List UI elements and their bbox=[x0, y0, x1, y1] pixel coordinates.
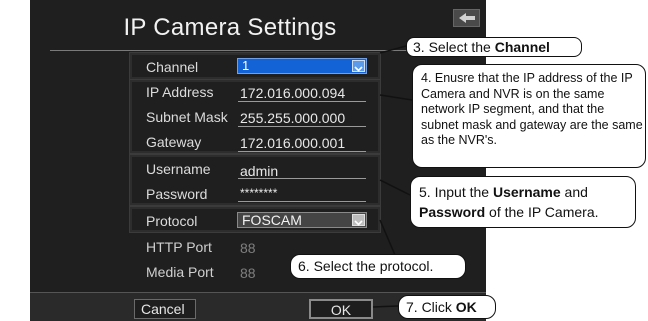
dialog-title: IP Camera Settings bbox=[123, 14, 337, 41]
password-field[interactable]: ******** bbox=[240, 186, 277, 200]
media-port-field: 88 bbox=[240, 265, 256, 281]
channel-label: Channel bbox=[146, 59, 199, 75]
gateway-underline bbox=[238, 151, 366, 152]
ip-address-field[interactable]: 172.016.000.094 bbox=[240, 85, 345, 101]
callout-step-5-mid: and bbox=[560, 184, 588, 200]
ok-button[interactable]: OK bbox=[309, 299, 373, 319]
password-label: Password bbox=[146, 186, 208, 202]
ok-button-label: OK bbox=[330, 302, 352, 318]
username-label: Username bbox=[146, 161, 211, 177]
protocol-label: Protocol bbox=[146, 213, 198, 229]
subnet-mask-field[interactable]: 255.255.000.000 bbox=[240, 110, 345, 126]
cancel-button-label: Cancel bbox=[141, 301, 185, 317]
callout-step-7: 7. Click OK bbox=[398, 295, 496, 319]
gateway-field[interactable]: 172.016.000.001 bbox=[240, 135, 345, 151]
http-port-label: HTTP Port bbox=[146, 239, 212, 255]
title-divider bbox=[50, 50, 460, 51]
media-port-label: Media Port bbox=[146, 264, 214, 280]
callout-step-5: 5. Input the Username and Password of th… bbox=[410, 176, 636, 228]
subnet-mask-underline bbox=[238, 126, 366, 127]
callout-step-4: 4. Enusre that the IP address of the IP … bbox=[412, 64, 646, 168]
channel-select[interactable]: 1 bbox=[237, 58, 367, 74]
callout-step-5-suffix: of the IP Camera. bbox=[485, 204, 599, 220]
protocol-select[interactable]: FOSCAM bbox=[237, 212, 367, 228]
callout-step-3-bold: Channel bbox=[494, 39, 550, 55]
callout-step-5-bold-password: Password bbox=[419, 204, 486, 220]
callout-step-6-text: 6. Select the protocol. bbox=[298, 258, 434, 274]
username-field[interactable]: admin bbox=[240, 163, 278, 179]
callout-step-7-text: 7. Click bbox=[406, 299, 456, 315]
back-button[interactable] bbox=[453, 9, 480, 27]
callout-step-4-text: 4. Enusre that the IP address of the IP … bbox=[421, 71, 643, 147]
back-arrow-icon bbox=[459, 13, 475, 23]
password-underline bbox=[238, 201, 366, 202]
username-underline bbox=[238, 178, 366, 179]
callout-step-5-bold-username: Username bbox=[492, 184, 561, 200]
protocol-value: FOSCAM bbox=[242, 212, 302, 228]
callout-step-5-text: 5. Input the bbox=[419, 184, 493, 200]
callout-step-3: 3. Select the Channel bbox=[406, 37, 582, 57]
subnet-mask-label: Subnet Mask bbox=[146, 109, 228, 125]
chevron-down-icon[interactable] bbox=[352, 214, 365, 226]
ip-address-underline bbox=[238, 101, 366, 102]
cancel-button[interactable]: Cancel bbox=[134, 299, 196, 319]
callout-step-7-bold: OK bbox=[455, 299, 477, 315]
gateway-label: Gateway bbox=[146, 134, 202, 150]
callout-step-3-text: 3. Select the bbox=[413, 39, 495, 55]
channel-value: 1 bbox=[242, 58, 250, 73]
ip-address-label: IP Address bbox=[146, 84, 214, 100]
callout-step-6: 6. Select the protocol. bbox=[290, 254, 466, 279]
http-port-field: 88 bbox=[240, 240, 256, 256]
chevron-down-icon[interactable] bbox=[352, 60, 365, 72]
